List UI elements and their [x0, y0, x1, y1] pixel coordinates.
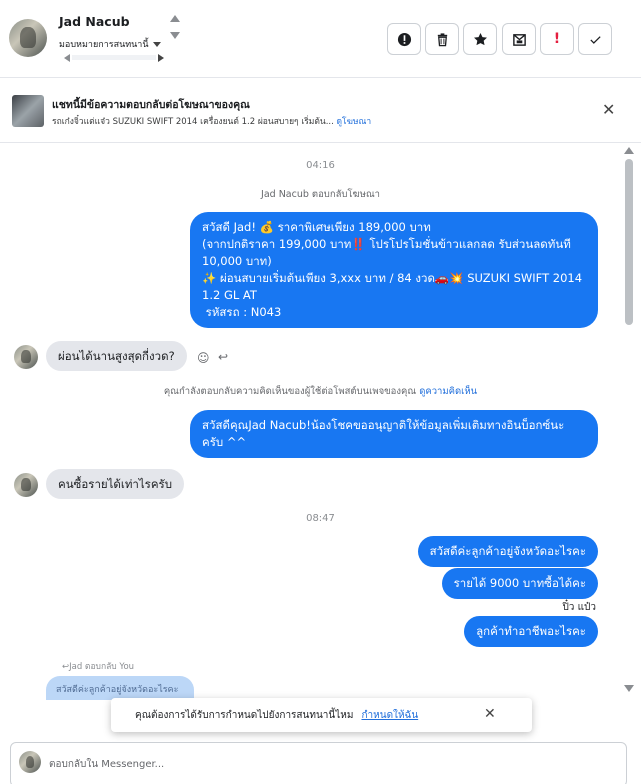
sender-avatar[interactable] — [14, 473, 38, 497]
assign-to-me-link[interactable]: กำหนดให้ฉัน — [361, 708, 418, 723]
scroll-left-icon[interactable] — [64, 53, 70, 62]
banner-subtitle: รถเก๋งจิ๋วแต่แจ๋ว SUZUKI SWIFT 2014 เครื… — [52, 114, 371, 128]
message-input[interactable]: ตอบกลับใน Messenger... — [49, 757, 164, 772]
reply-composer[interactable]: ตอบกลับใน Messenger... — [10, 742, 627, 784]
star-button[interactable] — [463, 23, 497, 55]
toast-text: คุณต้องการได้รับการกำหนดไปยังการสนทนานี้… — [135, 709, 354, 721]
reply-arrow-icon[interactable]: ↩ — [218, 350, 228, 364]
scroll-up-icon[interactable] — [624, 147, 634, 154]
seen-by-label: ปิ๋ว แป๋ว — [562, 602, 596, 613]
message-line: สวัสดี Jad! 💰 ราคาพิเศษเพียง 189,000 บาท — [202, 220, 431, 234]
chevron-down-icon — [152, 41, 161, 47]
assign-toast: คุณต้องการได้รับการกำหนดไปยังการสนทนานี้… — [111, 698, 532, 732]
message-line: สวัสดีคุณJad Nacub!น้องโชคขออนุญาติให้ข้… — [202, 418, 565, 432]
timestamp: 04:16 — [306, 160, 335, 171]
incoming-message[interactable]: ผ่อนได้นานสูงสุดกี่งวด? — [46, 341, 187, 371]
message-line: 1.2 GL AT — [202, 288, 257, 302]
alert-circle-icon — [397, 32, 411, 46]
outgoing-message[interactable]: สวัสดีค่ะลูกค้าอยู่จังหวัดอะไรคะ — [417, 536, 598, 567]
check-icon — [589, 35, 601, 44]
reply-context-label: ↩Jad ตอบกลับ You — [62, 662, 135, 672]
trash-icon — [437, 32, 447, 46]
view-comment-link[interactable]: ดูความคิดเห็น — [419, 386, 477, 397]
quoted-message[interactable]: สวัสดีค่ะลูกค้าอยู่จังหวัดอะไรคะ — [46, 676, 194, 700]
sender-avatar[interactable] — [14, 345, 38, 369]
assign-label: มอบหมายการสนทนานี้ — [59, 40, 149, 50]
message-line: (จากปกติราคา 199,000 บาท‼️ โปรโปรโมชั่นข… — [202, 237, 571, 251]
scroll-up-icon[interactable] — [170, 15, 180, 22]
close-banner-icon[interactable]: ✕ — [602, 102, 615, 118]
horizontal-scrollbar[interactable] — [64, 53, 164, 62]
message-thread[interactable]: 04:16 Jad Nacub ตอบกลับโฆษณา สวัสดี Jad!… — [0, 143, 641, 703]
view-ad-link[interactable]: ดูโฆษณา — [337, 117, 372, 127]
thread-scrollbar[interactable] — [621, 143, 637, 698]
scroll-thumb[interactable] — [625, 159, 633, 325]
conversation-header: Jad Nacub มอบหมายการสนทนานี้ ! — [0, 0, 641, 78]
contact-avatar[interactable] — [9, 19, 47, 57]
incoming-message[interactable]: คนซื้อรายได้เท่าไรครับ — [46, 469, 184, 499]
message-line: ✨ ผ่อนสบายเริ่มต้นเพียง 3,xxx บาท / 84 ง… — [202, 271, 583, 285]
scroll-right-icon[interactable] — [158, 53, 164, 62]
message-line: 10,000 บาท) — [202, 254, 272, 268]
comment-note-text: คุณกำลังตอบกลับความคิดเห็นของผู้ใช้ต่อโพ… — [163, 386, 417, 397]
timestamp: 08:47 — [306, 513, 335, 524]
spam-button[interactable] — [387, 23, 421, 55]
outgoing-message[interactable]: สวัสดีคุณJad Nacub!น้องโชคขออนุญาติให้ข้… — [190, 410, 598, 458]
outgoing-message[interactable]: สวัสดี Jad! 💰 ราคาพิเศษเพียง 189,000 บาท… — [190, 212, 598, 328]
vertical-scrollbar[interactable] — [170, 15, 180, 39]
react-emoji-icon[interactable]: ☺ — [197, 351, 210, 365]
message-line: รหัสรถ : N043 — [202, 305, 282, 319]
mark-unread-button[interactable] — [502, 23, 536, 55]
close-toast-icon[interactable]: ✕ — [484, 707, 496, 721]
star-icon — [473, 32, 487, 45]
ad-thumbnail[interactable] — [12, 95, 44, 127]
ad-reply-note: Jad Nacub ตอบกลับโฆษณา — [261, 189, 380, 200]
comment-reply-note: คุณกำลังตอบกลับความคิดเห็นของผู้ใช้ต่อโพ… — [0, 384, 641, 399]
outgoing-message[interactable]: ลูกค้าทำอาชีพอะไรคะ — [464, 616, 598, 647]
exclamation-icon: ! — [553, 31, 561, 47]
scroll-down-icon[interactable] — [170, 32, 180, 39]
scroll-track — [72, 55, 156, 60]
contact-name[interactable]: Jad Nacub — [59, 14, 130, 29]
done-button[interactable] — [578, 23, 612, 55]
page-avatar — [19, 751, 41, 773]
banner-title: แชทนี้มีข้อความตอบกลับต่อโฆษณาของคุณ — [52, 99, 250, 111]
delete-button[interactable] — [425, 23, 459, 55]
scroll-down-icon[interactable] — [624, 685, 634, 692]
envelope-icon — [512, 33, 526, 46]
banner-ad-text: รถเก๋งจิ๋วแต่แจ๋ว SUZUKI SWIFT 2014 เครื… — [52, 117, 334, 127]
message-line: ครับ ^^ — [202, 435, 247, 449]
assign-dropdown[interactable]: มอบหมายการสนทนานี้ — [59, 37, 161, 51]
follow-up-button[interactable]: ! — [540, 23, 574, 55]
outgoing-message[interactable]: รายได้ 9000 บาทซื้อได้คะ — [441, 568, 598, 599]
